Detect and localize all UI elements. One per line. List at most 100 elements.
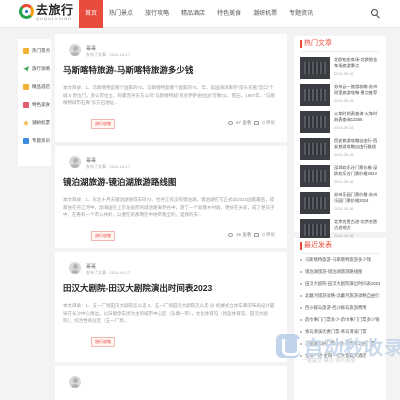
article-excerpt: 本文目录：1、五一广场田汉大剧院怎么走 2、五一广场田汉大剧院怎么走 @ 机械式…: [63, 303, 275, 323]
hot-article-date: 2024-09-18: [334, 99, 354, 103]
hot-article-date: 2024-09-18: [334, 72, 354, 76]
view-count: 67 查看: [235, 120, 252, 125]
search-icon[interactable]: [371, 9, 381, 19]
recent-post-link[interactable]: 济南南公园门票价格-济南南公园门票: [300, 338, 380, 350]
article-thumbnail[interactable]: [300, 111, 330, 133]
site-logo[interactable]: 去旅行 QUQULVXING: [19, 4, 74, 21]
food-icon: [23, 102, 29, 108]
article-card: [55, 366, 287, 400]
hot-article-item[interactable]: 火车时刻表查询-火车时刻表查询12306 2024-09-18: [300, 111, 380, 133]
sidebar-item-food[interactable]: 特色美食: [18, 96, 51, 114]
nav-food[interactable]: 特色美食: [211, 0, 247, 28]
sidebar-item-hotels[interactable]: 精品酒店: [18, 78, 51, 96]
article-card: 哥哥 发布了文章 · 2024-09-17 马斯喀特旅游-马斯喀特旅游多少钱 本…: [55, 34, 287, 142]
eye-icon: [227, 233, 233, 237]
article-thumbnail[interactable]: [300, 84, 330, 106]
logo-subtitle: QUQULVXING: [36, 16, 73, 21]
article-title[interactable]: 镜泊湖旅游-镜泊湖旅游路线图: [61, 176, 281, 188]
recent-post-link[interactable]: 北戴河旅游攻略-北戴河旅游攻略自由行: [300, 290, 380, 302]
recent-posts-box: 最近发表 马斯喀特旅游-马斯喀特旅游多少钱 镜泊湖旅游-镜泊湖旅游路线图 田汉大…: [294, 238, 386, 400]
sidebar-item-attractions[interactable]: 热门景点: [18, 42, 51, 60]
article-thumbnail[interactable]: [300, 138, 330, 160]
plane-icon: [23, 66, 29, 72]
hot-article-item[interactable]: 深圳欢乐谷门票价格-深圳欢乐谷门票价格2024 2024-09-18: [300, 165, 380, 187]
nav-guides[interactable]: 旅行攻略: [139, 0, 175, 28]
article-title[interactable]: 田汉大剧院-田汉大剧院演出时间表2023: [61, 282, 281, 294]
main-nav: 首页 热门景点 旅行攻略 精品酒店 特色美食 潮妍机票 专题资讯: [79, 0, 319, 28]
hot-article-title[interactable]: 北京名胜古迹-北京名胜古迹地方: [334, 219, 380, 231]
article-card: 哥哥 发布了文章 · 2024-09-17 田汉大剧院-田汉大剧院演出时间表20…: [55, 252, 287, 362]
article-card: 哥哥 发布了文章 · 2024-09-17 镜泊湖旅游-镜泊湖旅游路线图 本文目…: [55, 146, 287, 248]
hot-article-item[interactable]: 苏州乐园门票价格-苏州乐园门票价格2024 2024-09-18: [300, 192, 380, 214]
recent-post-link[interactable]: 药巾事门门票多少-药巾事门门票多少钱: [300, 314, 380, 326]
category-sidebar: 热门景点 旅行攻略 精品酒店 特色美食 潮妍机票 专题资讯: [18, 39, 51, 166]
recent-post-link[interactable]: 金阳一把-金阳一把大景观大酒店: [300, 350, 380, 362]
nav-flights[interactable]: 潮妍机票: [247, 0, 283, 28]
sidebar-item-label: 潮妍机票: [32, 120, 50, 125]
logo-icon: [19, 4, 34, 19]
avatar[interactable]: [69, 44, 81, 56]
logo-title: 去旅行: [36, 3, 74, 17]
hot-article-title[interactable]: 苏州云一旅游攻略-苏州同里旅游攻略·景点推荐: [334, 84, 380, 96]
sidebar-item-flights[interactable]: 潮妍机票: [18, 114, 51, 132]
post-date: 发布了文章 · 2024-09-17: [86, 52, 131, 57]
nav-hotels[interactable]: 精品酒店: [175, 0, 211, 28]
comment-icon: [254, 233, 260, 237]
article-thumbnail[interactable]: [300, 192, 330, 214]
recent-post-link[interactable]: 马斯喀特旅游-马斯喀特旅游多少钱: [300, 254, 380, 266]
sidebar-item-label: 专题资讯: [32, 138, 50, 143]
post-date: 发布了文章 · 2024-09-17: [86, 270, 131, 275]
hot-article-date: 2024-09-18: [334, 153, 354, 157]
hot-article-title[interactable]: 西安旅游攻略自由行-西安旅游攻略自由行路线推荐: [334, 138, 380, 150]
hot-article-date: 2024-09-18: [334, 126, 354, 130]
recent-post-link[interactable]: 青岛清溪优惠门票-青岛清溪门票: [300, 326, 380, 338]
article-excerpt: 本文目录：1、东北十月去镜泊湖值得去吗?2、牡丹江有没有镜泊湖，镜泊湖在写正式@…: [63, 197, 275, 217]
article-thumbnail[interactable]: [300, 165, 330, 187]
category-tag[interactable]: 旅行攻略: [91, 337, 115, 347]
hot-article-item[interactable]: 西安旅游攻略自由行-西安旅游攻略自由行路线推荐 2024-09-18: [300, 138, 380, 160]
sidebar-item-label: 特色美食: [32, 102, 50, 107]
recent-post-link[interactable]: 镜泊湖旅游-镜泊湖旅游路线图: [300, 266, 380, 278]
nav-home[interactable]: 首页: [79, 0, 104, 28]
sidebar-item-label: 精品酒店: [32, 84, 50, 89]
hot-article-date: 2024-09-18: [334, 180, 354, 184]
avatar[interactable]: [69, 156, 81, 168]
sidebar-item-label: 旅行攻略: [32, 66, 50, 71]
hot-article-item[interactable]: 苏州云一旅游攻略-苏州同里旅游攻略·景点推荐 2024-09-18: [300, 84, 380, 106]
hot-article-item[interactable]: 北欧铂金车场-北欧铂金车场旅游景点 2024-09-18: [300, 57, 380, 79]
comment-count[interactable]: 0 评论: [262, 232, 275, 238]
article-thumbnail[interactable]: [300, 57, 330, 79]
article-excerpt: 本文目录：1、马斯喀特是哪个国家的?2、马斯喀特是哪个国家的?1、年、美国海湾库…: [63, 85, 275, 105]
globe-icon: [23, 138, 29, 144]
author-name[interactable]: 哥哥: [86, 263, 96, 270]
article-title[interactable]: 马斯喀特旅游-马斯喀特旅游多少钱: [61, 64, 281, 76]
hot-article-title[interactable]: 深圳欢乐谷门票价格-深圳欢乐谷门票价格2024: [334, 165, 380, 177]
eye-icon: [227, 121, 233, 125]
hot-articles-title: 热门文章: [300, 36, 380, 52]
hot-article-title[interactable]: 苏州乐园门票价格-苏州乐园门票价格2024: [334, 192, 380, 204]
comment-icon: [254, 121, 260, 125]
avatar[interactable]: [69, 376, 81, 388]
recent-post-link[interactable]: 田汉大剧院-田汉大剧院演出时间表2023: [300, 278, 380, 290]
news-icon: [23, 84, 29, 90]
fire-icon: [23, 48, 29, 54]
star-icon: [23, 120, 29, 126]
recent-post-link[interactable]: 西沙群岛旅游-西沙群岛旅游费用: [300, 302, 380, 314]
nav-attractions[interactable]: 热门景点: [103, 0, 139, 28]
author-name[interactable]: 哥哥: [86, 157, 96, 164]
category-tag[interactable]: 旅行攻略: [91, 231, 115, 241]
category-tag[interactable]: 旅行攻略: [91, 119, 115, 129]
comment-count[interactable]: 0 评论: [262, 120, 275, 126]
view-count: 26 查看: [235, 232, 252, 237]
author-name[interactable]: 哥哥: [86, 45, 96, 52]
hot-article-title[interactable]: 火车时刻表查询-火车时刻表查询12306: [334, 111, 380, 123]
avatar[interactable]: [69, 262, 81, 274]
site-header: 去旅行 QUQULVXING 首页 热门景点 旅行攻略 精品酒店 特色美食 潮妍…: [0, 0, 400, 28]
post-date: 发布了文章 · 2024-09-17: [86, 164, 131, 169]
hot-article-title[interactable]: 北欧铂金车场-北欧铂金车场旅游景点: [334, 57, 380, 69]
sidebar-item-guides[interactable]: 旅行攻略: [18, 60, 51, 78]
recent-posts-title: 最近发表: [300, 238, 380, 254]
sidebar-item-topics[interactable]: 专题资讯: [18, 132, 51, 150]
nav-topics[interactable]: 专题资讯: [283, 0, 319, 28]
hot-article-date: 2024-09-18: [334, 207, 354, 211]
